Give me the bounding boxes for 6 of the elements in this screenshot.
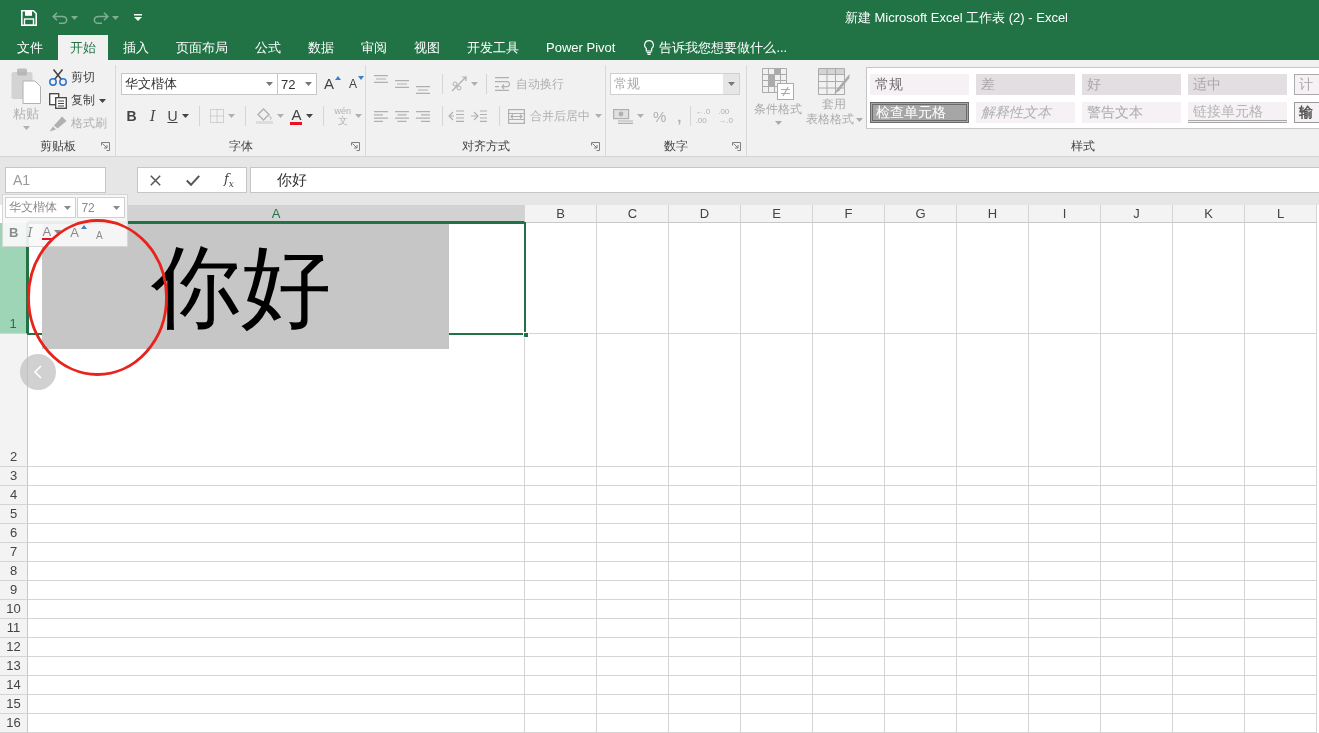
group-label: 样式 xyxy=(1071,137,1095,155)
group-label: 数字 xyxy=(664,137,688,155)
group-label: 对齐方式 xyxy=(461,137,510,155)
group-label: 字体 xyxy=(228,137,253,155)
window-title: 新建 Microsoft Excel 工作表 (2) - Excel xyxy=(844,8,1068,27)
group-label: 剪贴板 xyxy=(39,137,76,155)
